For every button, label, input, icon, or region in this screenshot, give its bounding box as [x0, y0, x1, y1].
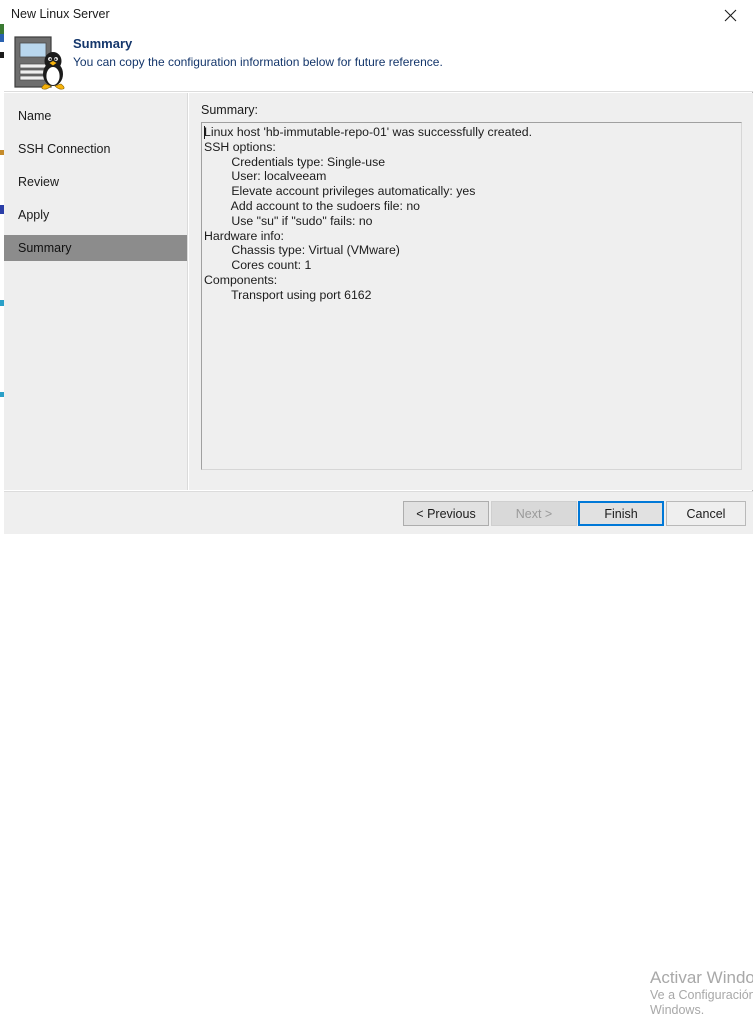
window-title: New Linux Server [11, 7, 110, 21]
previous-button[interactable]: < Previous [403, 501, 489, 526]
sidebar-item-ssh-connection[interactable]: SSH Connection [4, 136, 187, 162]
watermark-line-1: Activar Windows [650, 968, 753, 987]
watermark-line-3: Windows. [650, 1003, 705, 1017]
cancel-button[interactable]: Cancel [666, 501, 746, 526]
summary-label: Summary: [201, 103, 258, 117]
sidebar-item-label: Summary [18, 241, 72, 255]
activate-windows-watermark: Activar Windows Ve a Configuración Windo… [650, 968, 753, 1018]
close-icon [724, 9, 736, 21]
sidebar-item-review[interactable]: Review [4, 169, 187, 195]
wizard-steps-sidebar: Name SSH Connection Review Apply Summary [4, 93, 188, 490]
summary-text: Linux host 'hb-immutable-repo-01' was su… [204, 125, 532, 302]
watermark-line-2: Ve a Configuración [650, 988, 753, 1002]
sidebar-item-label: Name [18, 109, 52, 123]
page-title: Summary [73, 36, 133, 51]
close-button[interactable] [707, 0, 753, 30]
sidebar-item-name[interactable]: Name [4, 103, 187, 129]
dialog-header: Summary You can copy the configuration i… [4, 30, 753, 92]
sidebar-item-label: Apply [18, 208, 50, 222]
content-panel: Summary: Linux host 'hb-immutable-repo-0… [189, 93, 753, 490]
title-bar: New Linux Server [4, 0, 753, 30]
sidebar-item-apply[interactable]: Apply [4, 202, 187, 228]
sidebar-item-label: Review [18, 175, 59, 189]
summary-textbox[interactable]: Linux host 'hb-immutable-repo-01' was su… [201, 122, 742, 470]
sidebar-item-summary[interactable]: Summary [4, 235, 187, 261]
linux-server-icon [9, 34, 73, 92]
page-subtitle: You can copy the configuration informati… [73, 55, 443, 69]
finish-button[interactable]: Finish [578, 501, 664, 526]
new-linux-server-dialog: New Linux Server Summary You can copy th… [4, 0, 753, 1017]
next-button[interactable]: Next > [491, 501, 577, 526]
dialog-footer: Activar Windows Ve a Configuración Windo… [4, 491, 753, 1017]
sidebar-item-label: SSH Connection [18, 142, 111, 156]
